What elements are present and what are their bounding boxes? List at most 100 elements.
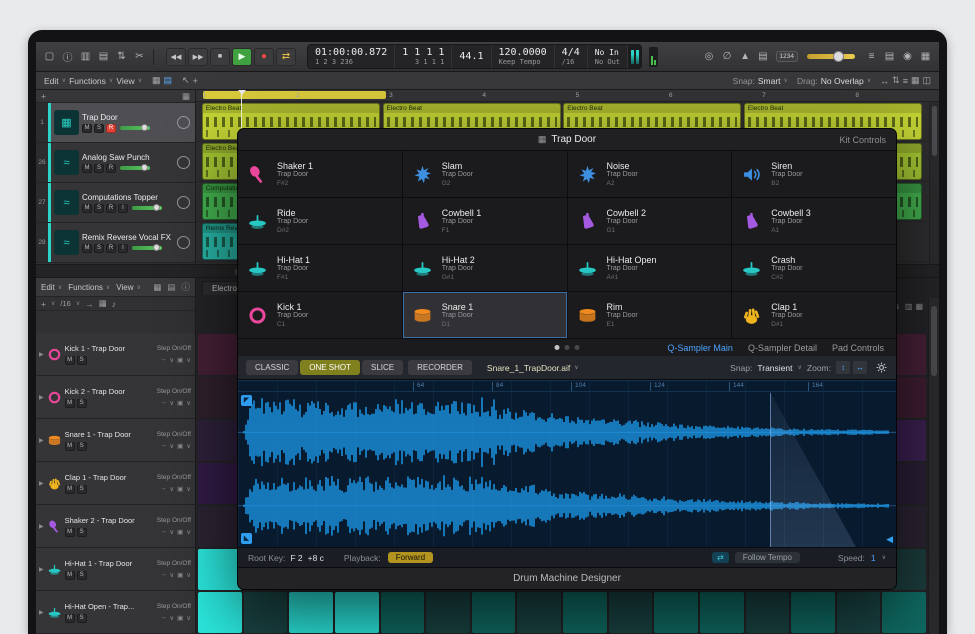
monitor-icon[interactable]: ▢ <box>42 51 57 62</box>
follow-tempo-button[interactable]: Follow Tempo <box>735 552 800 563</box>
solo-button[interactable]: S <box>77 399 87 408</box>
length-icon[interactable]: ▣ <box>177 399 183 407</box>
scrollbar-thumb[interactable] <box>932 106 937 156</box>
sequencer-row[interactable]: ▶Shaker 2 - Trap DoorMSStep On/Off→∨▣∨ <box>36 505 195 548</box>
bar-ruler[interactable]: 12345678 <box>196 90 939 102</box>
drum-pad[interactable]: Clap 1Trap DoorD#1 <box>732 292 896 338</box>
input-monitor-button[interactable]: I <box>118 244 128 253</box>
scrollbar-thumb[interactable] <box>931 306 937 376</box>
length-icon[interactable]: ▣ <box>177 614 183 622</box>
length-caret-icon[interactable]: ∨ <box>186 399 191 407</box>
notes-icon[interactable]: ▤ <box>882 51 897 62</box>
mute-button[interactable]: M <box>65 399 75 408</box>
sample-end-marker[interactable]: ◀ <box>886 534 893 545</box>
velocity-view-icon[interactable]: ▥ <box>905 302 913 311</box>
recorder-button[interactable]: RECORDER <box>408 360 472 375</box>
direction-caret-icon[interactable]: ∨ <box>169 528 174 536</box>
track-volume-slider[interactable] <box>132 246 162 250</box>
step-cell[interactable] <box>198 549 242 590</box>
record-enable-button[interactable]: R <box>106 164 116 173</box>
drum-pad[interactable]: RimTrap DoorE1 <box>568 292 732 338</box>
step-cell[interactable] <box>426 592 470 633</box>
sequencer-row[interactable]: ▶Clap 1 - Trap DoorMSStep On/Off→∨▣∨ <box>36 462 195 505</box>
pan-knob[interactable] <box>177 116 190 129</box>
playback-mode-button[interactable]: Forward <box>388 552 433 563</box>
disclosure-icon[interactable]: ▶ <box>39 480 44 487</box>
grid-settings-icon[interactable]: ▦ <box>99 298 107 309</box>
sampler-snap-value[interactable]: Transient <box>757 363 792 373</box>
seq-menu-edit[interactable]: Edit∨ <box>41 283 62 292</box>
length-caret-icon[interactable]: ∨ <box>186 356 191 364</box>
step-cell[interactable] <box>198 506 242 547</box>
length-icon[interactable]: ▣ <box>177 571 183 579</box>
tab-q-sampler-main[interactable]: Q-Sampler Main <box>667 343 733 353</box>
lcd-time-section[interactable]: 01:00:00.872 1 2 3 236 <box>308 45 395 68</box>
step-cell[interactable] <box>198 592 242 633</box>
mute-button[interactable]: M <box>65 442 75 451</box>
pointer-tool-icon[interactable]: ↖ <box>182 75 190 86</box>
row-mode-label[interactable]: Step On/Off <box>157 517 191 524</box>
length-caret-icon[interactable]: ∨ <box>186 614 191 622</box>
drum-pad[interactable]: Shaker 1Trap DoorF#2 <box>238 151 402 197</box>
disclosure-icon[interactable]: ▶ <box>39 437 44 444</box>
length-icon[interactable]: ▣ <box>177 442 183 450</box>
row-mode-label[interactable]: Step On/Off <box>157 388 191 395</box>
snap-dropdown[interactable]: Snap: Smart ∨ <box>733 76 788 86</box>
direction-icon[interactable]: → <box>160 442 167 449</box>
drum-pad[interactable]: Cowbell 1Trap DoorF1 <box>403 198 567 244</box>
drum-pad[interactable]: Hi-Hat OpenTrap DoorA#1 <box>568 245 732 291</box>
play-button[interactable]: ▶ <box>232 48 252 66</box>
step-cell[interactable] <box>882 592 926 633</box>
solo-button[interactable]: S <box>94 244 104 253</box>
mute-button[interactable]: M <box>82 164 92 173</box>
mode-slice-button[interactable]: SLICE <box>362 360 403 375</box>
direction-caret-icon[interactable]: ∨ <box>169 485 174 493</box>
count-in-icon[interactable]: ∅ <box>720 51 735 62</box>
pan-knob[interactable] <box>177 156 190 169</box>
pan-knob[interactable] <box>177 196 190 209</box>
step-cell[interactable] <box>517 592 561 633</box>
record-enable-button[interactable]: R <box>106 204 116 213</box>
direction-caret-icon[interactable]: ∨ <box>169 442 174 450</box>
flex-icon[interactable]: ⇅ <box>114 51 129 62</box>
disclosure-icon[interactable]: ▶ <box>39 351 44 358</box>
tab-pad-controls[interactable]: Pad Controls <box>832 343 884 353</box>
mixer-icon[interactable]: ▥ <box>78 51 93 62</box>
speed-value[interactable]: 1 <box>871 553 876 563</box>
volume-slider-knob[interactable] <box>141 164 148 171</box>
drum-pad[interactable]: Hi-Hat 1Trap DoorF#1 <box>238 245 402 291</box>
playhead-cap[interactable] <box>238 90 246 95</box>
solo-button[interactable]: S <box>77 614 87 623</box>
grid-zoom-icon[interactable]: ▦ <box>915 302 923 311</box>
pencil-tool-icon[interactable]: + <box>193 76 198 86</box>
record-enable-button[interactable]: R <box>106 124 116 133</box>
drum-pad[interactable]: Cowbell 2Trap DoorG1 <box>568 198 732 244</box>
direction-caret-icon[interactable]: ∨ <box>169 571 174 579</box>
seq-menu-functions[interactable]: Functions∨ <box>68 283 110 292</box>
playback-direction-icon[interactable]: → <box>85 299 94 309</box>
lcd-sample-rate-section[interactable]: 44.1 <box>452 45 491 68</box>
drum-pad[interactable]: CrashTrap DoorC#2 <box>732 245 896 291</box>
step-cell[interactable] <box>746 592 790 633</box>
step-cell[interactable] <box>198 377 242 418</box>
row-mode-label[interactable]: Step On/Off <box>157 345 191 352</box>
direction-icon[interactable]: → <box>160 614 167 621</box>
sequencer-row[interactable]: ▶Hi-Hat Open - Trap...MSStep On/Off→∨▣∨ <box>36 591 195 634</box>
length-caret-icon[interactable]: ∨ <box>186 485 191 493</box>
lists-icon[interactable]: ≡ <box>864 51 879 62</box>
forward-button[interactable]: ▶▶ <box>188 48 208 66</box>
drag-dropdown[interactable]: Drag: No Overlap ∨ <box>797 76 871 86</box>
page-dot[interactable] <box>555 345 560 350</box>
step-cell[interactable] <box>289 592 333 633</box>
division-value[interactable]: /16 <box>60 299 70 308</box>
track-volume-slider[interactable] <box>132 206 162 210</box>
pan-knob[interactable] <box>177 236 190 249</box>
length-caret-icon[interactable]: ∨ <box>186 528 191 536</box>
arrange-vscrollbar[interactable] <box>929 102 939 264</box>
sample-start-handle[interactable]: ◤ <box>241 395 252 406</box>
loop-start-handle[interactable]: ◣ <box>241 533 252 544</box>
row-mode-label[interactable]: Step On/Off <box>157 603 191 610</box>
length-caret-icon[interactable]: ∨ <box>186 571 191 579</box>
sequencer-row[interactable]: ▶Kick 1 - Trap DoorMSStep On/Off→∨▣∨ <box>36 333 195 376</box>
loops-icon[interactable]: ◉ <box>900 51 915 62</box>
